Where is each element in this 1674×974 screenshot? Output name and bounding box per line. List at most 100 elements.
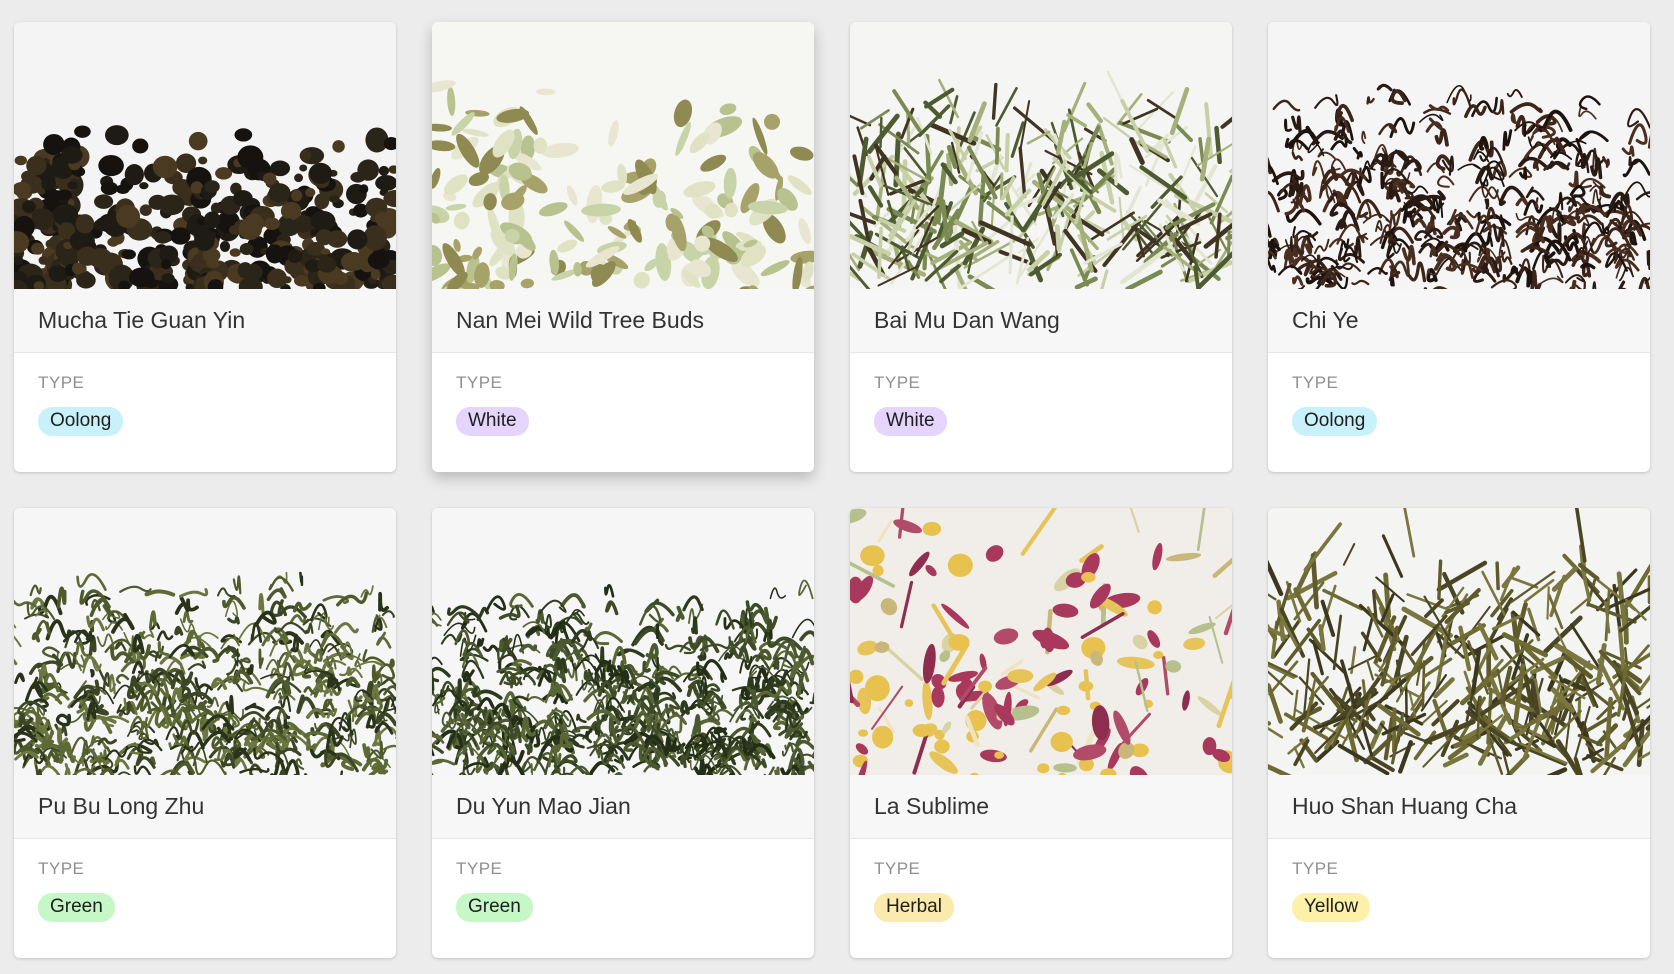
leaf-shape (858, 729, 869, 737)
leaf-shape (947, 553, 973, 577)
leaf-shape (978, 680, 992, 693)
tea-card[interactable]: Nan Mei Wild Tree Buds TYPE White (432, 22, 814, 472)
leaf-shape (1318, 624, 1326, 652)
tea-name: Nan Mei Wild Tree Buds (432, 289, 814, 353)
tea-card[interactable]: Mucha Tie Guan Yin TYPE Oolong (14, 22, 396, 472)
tea-card[interactable]: Chi Ye TYPE Oolong (1268, 22, 1650, 472)
leaf-shape (291, 189, 303, 202)
leaf-shape (89, 668, 95, 678)
tea-card[interactable]: Pu Bu Long Zhu TYPE Green (14, 508, 396, 958)
leaf-shape (239, 243, 254, 256)
tea-card[interactable]: La Sublime TYPE Herbal (850, 508, 1232, 958)
leaf-shape (934, 739, 950, 754)
type-badge: White (874, 407, 947, 436)
leaf-shape (691, 616, 698, 635)
leaf-shape (320, 248, 331, 255)
leaf-shape (203, 211, 221, 229)
leaf-shape (198, 156, 208, 165)
tea-name: Bai Mu Dan Wang (850, 289, 1232, 353)
leaf-shape (174, 625, 184, 636)
leaf-shape (121, 249, 136, 260)
tea-photo (1268, 22, 1650, 289)
leaf-shape (1484, 198, 1490, 210)
tea-card[interactable]: Bai Mu Dan Wang TYPE White (850, 22, 1232, 472)
type-label: TYPE (456, 859, 503, 878)
leaf-shape (258, 592, 265, 615)
leaf-shape (265, 244, 284, 264)
leaf-shape (132, 138, 149, 154)
leaf-shape (267, 268, 288, 289)
type-label: TYPE (38, 859, 85, 878)
leaf-shape (67, 181, 78, 190)
leaf-shape (115, 204, 141, 229)
leaf-shape (170, 227, 191, 245)
leaf-shape (530, 763, 533, 775)
type-badge: Green (456, 893, 533, 922)
leaf-shape (125, 700, 132, 716)
type-badge: Oolong (38, 407, 124, 436)
leaf-shape (948, 634, 970, 651)
leaf-shape (378, 165, 390, 176)
tea-photo (432, 508, 814, 775)
leaf-shape (991, 82, 998, 120)
leaf-shape (333, 271, 349, 285)
leaf-shape (314, 193, 330, 210)
leaf-shape (94, 194, 114, 209)
type-badge: Green (38, 893, 115, 922)
tea-name: Du Yun Mao Jian (432, 775, 814, 839)
leaf-shape (294, 274, 310, 287)
leaf-shape (1629, 231, 1638, 246)
leaf-shape (1054, 224, 1062, 252)
leaf-shape (282, 218, 295, 230)
tea-card[interactable]: Du Yun Mao Jian TYPE Green (432, 508, 814, 958)
leaf-shape (1081, 572, 1096, 583)
tea-name: Huo Shan Huang Cha (1268, 775, 1650, 839)
tea-name: Pu Bu Long Zhu (14, 775, 396, 839)
type-label: TYPE (38, 373, 85, 392)
leaf-shape (299, 571, 304, 586)
tea-name: Mucha Tie Guan Yin (14, 289, 396, 353)
leaf-shape (26, 155, 47, 176)
tea-photo (1268, 508, 1650, 775)
leaf-shape (159, 194, 185, 216)
leaf-shape (161, 273, 175, 284)
leaf-shape (317, 256, 337, 273)
leaf-shape (75, 214, 95, 234)
tea-photo (432, 22, 814, 289)
leaf-shape (128, 267, 155, 288)
leaf-shape (105, 125, 129, 146)
leaf-shape (98, 154, 124, 177)
leaf-shape (244, 213, 265, 233)
leaf-shape (1050, 731, 1073, 752)
type-badge: Yellow (1292, 893, 1371, 922)
leaf-shape (332, 140, 345, 153)
leaf-shape (233, 190, 253, 207)
leaf-shape (31, 242, 45, 255)
tea-card[interactable]: Huo Shan Huang Cha TYPE Yellow (1268, 508, 1650, 958)
leaf-shape (304, 187, 316, 198)
leaf-shape (204, 180, 220, 193)
tea-grid: Mucha Tie Guan Yin TYPE Oolong Nan Mei W… (14, 22, 1650, 958)
leaf-shape (1526, 269, 1533, 288)
leaf-shape (723, 651, 734, 660)
leaf-shape (796, 683, 802, 698)
leaf-shape (310, 210, 336, 232)
leaf-shape (189, 256, 205, 272)
leaf-shape (160, 259, 172, 270)
leaf-shape (1510, 265, 1520, 276)
leaf-shape (194, 228, 215, 252)
leaf-shape (994, 126, 1000, 165)
leaf-shape (41, 176, 56, 190)
leaf-shape (153, 230, 172, 244)
leaf-shape (879, 116, 883, 149)
leaf-shape (1437, 559, 1443, 601)
leaf-shape (1147, 600, 1162, 615)
type-label: TYPE (874, 859, 921, 878)
leaf-shape (300, 149, 312, 162)
leaf-shape (14, 155, 27, 166)
leaf-shape (309, 162, 332, 184)
leaf-shape (294, 173, 304, 183)
leaf-shape (56, 189, 72, 201)
type-badge: Herbal (874, 893, 954, 922)
leaf-shape (237, 145, 264, 170)
